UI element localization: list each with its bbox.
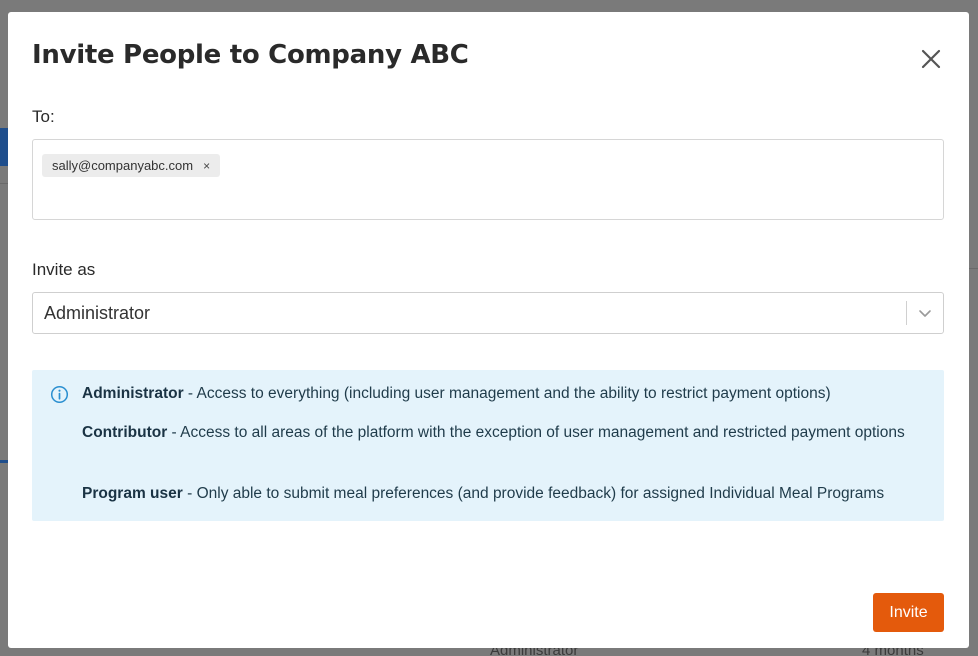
info-item-program-user: Program user - Only able to submit meal … [82, 483, 922, 505]
background-tab-fragment [0, 128, 8, 166]
to-label: To: [32, 107, 55, 126]
info-role-name: Contributor [82, 424, 168, 441]
invite-modal: Invite People to Company ABC To: sally@c… [8, 12, 969, 648]
invite-as-label: Invite as [32, 260, 96, 279]
info-role-name: Program user [82, 485, 183, 502]
info-role-name: Administrator [82, 385, 184, 402]
close-icon [921, 49, 941, 69]
info-icon [50, 385, 69, 404]
background-divider [0, 183, 8, 184]
info-item-contributor: Contributor - Access to all areas of the… [82, 422, 922, 444]
recipients-input[interactable]: sally@companyabc.com × [32, 139, 944, 220]
role-select[interactable]: Administrator [32, 292, 944, 334]
invite-button[interactable]: Invite [873, 593, 944, 632]
select-separator [906, 301, 907, 325]
info-item-administrator: Administrator - Access to everything (in… [82, 383, 922, 405]
recipient-email: sally@companyabc.com [52, 158, 194, 173]
info-role-description: - Access to all areas of the platform wi… [167, 424, 905, 441]
background-tab-underline [0, 460, 8, 463]
info-role-description: - Access to everything (including user m… [183, 385, 831, 402]
modal-title: Invite People to Company ABC [32, 40, 469, 70]
role-select-value: Administrator [44, 303, 151, 323]
role-info-panel: Administrator - Access to everything (in… [32, 370, 944, 521]
remove-recipient-button[interactable]: × [203, 159, 210, 173]
close-button[interactable] [917, 45, 945, 73]
chevron-down-icon[interactable] [915, 306, 935, 322]
recipient-chip: sally@companyabc.com × [42, 154, 221, 177]
info-role-description: - Only able to submit meal preferences (… [182, 485, 885, 502]
